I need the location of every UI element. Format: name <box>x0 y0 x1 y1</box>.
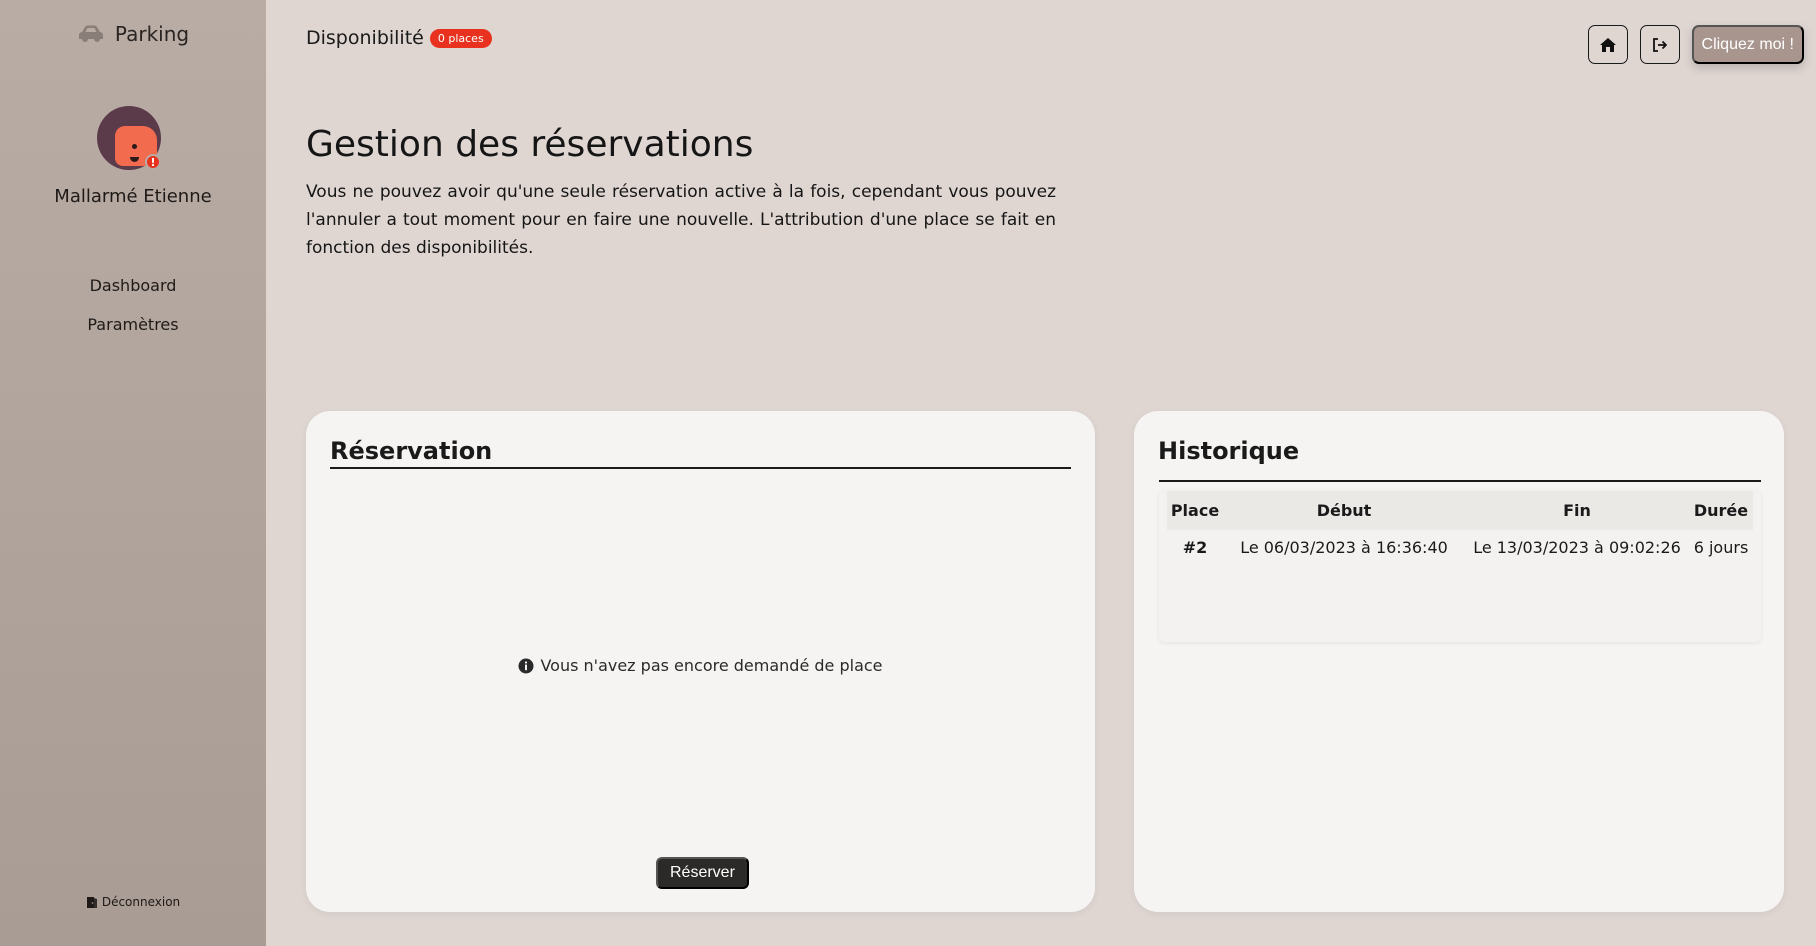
sidebar: Parking ! Mallarmé Etienne Dashboard Par… <box>0 0 266 946</box>
reservation-title: Réservation <box>330 437 493 465</box>
availability-title: Disponibilité <box>306 27 424 49</box>
user-name: Mallarmé Etienne <box>54 186 212 207</box>
brand-label: Parking <box>114 22 190 46</box>
intro-text: Vous ne pouvez avoir qu'une seule réserv… <box>306 182 1056 258</box>
home-icon <box>1599 37 1616 52</box>
reserve-button[interactable]: Réserver <box>656 857 749 889</box>
sidebar-nav: Dashboard Paramètres <box>0 276 266 334</box>
alert-badge: ! <box>145 154 161 170</box>
history-title: Historique <box>1158 437 1300 465</box>
cell-place: #2 <box>1182 538 1208 557</box>
door-icon <box>86 896 97 908</box>
avatar[interactable]: ! <box>97 106 165 174</box>
page-title: Gestion des réservations <box>306 124 754 165</box>
history-table-container: Place Début Fin Durée #2 Le 06/03/2023 à… <box>1159 491 1761 642</box>
click-me-button[interactable]: Cliquez moi ! <box>1691 25 1804 64</box>
empty-message-text: Vous n'avez pas encore demandé de place <box>540 656 883 675</box>
sign-out-icon <box>1652 37 1667 52</box>
car-icon <box>78 25 103 42</box>
divider <box>330 467 1071 469</box>
column-header-place: Place <box>1170 501 1220 520</box>
history-card: Historique Place Début Fin Durée #2 Le 0… <box>1134 411 1784 912</box>
column-header-fin: Fin <box>1563 501 1591 520</box>
logout-button[interactable] <box>1639 25 1680 64</box>
sidebar-item-parametres[interactable]: Paramètres <box>87 315 178 334</box>
history-table: Place Début Fin Durée #2 Le 06/03/2023 à… <box>1167 491 1753 565</box>
places-badge: 0 places <box>429 28 492 48</box>
availability-header: Disponibilité 0 places <box>306 27 492 49</box>
empty-message: Vous n'avez pas encore demandé de place <box>306 656 1095 675</box>
home-button[interactable] <box>1587 25 1628 64</box>
cell-debut: Le 06/03/2023 à 16:36:40 <box>1240 538 1448 557</box>
divider <box>1159 480 1761 482</box>
logout-label: Déconnexion <box>101 895 181 909</box>
table-header-row: Place Début Fin Durée <box>1167 491 1753 530</box>
sidebar-item-dashboard[interactable]: Dashboard <box>90 276 177 295</box>
cell-duree: 6 jours <box>1693 538 1749 557</box>
top-actions: Cliquez moi ! <box>1587 25 1804 64</box>
column-header-duree: Durée <box>1693 501 1749 520</box>
info-icon <box>518 658 534 673</box>
brand[interactable]: Parking <box>0 22 266 46</box>
column-header-debut: Début <box>1316 501 1372 520</box>
logout-link[interactable]: Déconnexion <box>0 895 266 909</box>
reservation-card: Réservation Vous n'avez pas encore deman… <box>306 411 1095 912</box>
cell-fin: Le 13/03/2023 à 09:02:26 <box>1473 538 1681 557</box>
table-row: #2 Le 06/03/2023 à 16:36:40 Le 13/03/202… <box>1167 530 1753 565</box>
